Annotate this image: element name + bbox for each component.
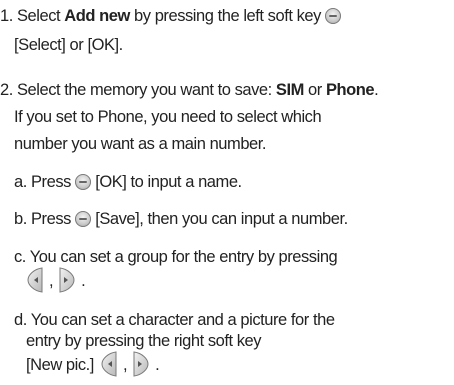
soft-key-icon [325,8,342,24]
sim-label: SIM [275,81,304,99]
separator-comma: , [122,356,128,374]
substep-c-text: c. You can set a group for the entry by … [14,248,338,266]
phone-label: Phone [325,81,375,99]
step-1-line-1: 1. Select Add new by pressing the left s… [0,6,342,26]
step-2-line-3: number you want as a main number. [14,134,266,154]
soft-key-icon [75,174,92,190]
step-1-text: by pressing the left soft key [129,7,326,25]
navigation-right-key-icon [133,351,149,377]
substep-a-text: a. Press [14,173,76,191]
navigation-right-key-icon [59,267,75,293]
substep-d-line-2: entry by pressing the right soft key [26,331,262,351]
navigation-left-key-icon [101,351,117,377]
substep-d-line-1: d. You can set a character and a picture… [14,310,335,330]
substep-b-text: [Save], then you can input a number. [95,210,348,228]
substep-a-text: [OK] to input a name. [95,173,242,191]
step-2-text: . [374,81,379,99]
step-2-text: If you set to Phone, you need to select … [14,108,322,126]
separator-comma: , [49,272,54,290]
substep-c-line-1: c. You can set a group for the entry by … [14,247,338,267]
step-2-line-2: If you set to Phone, you need to select … [14,107,322,127]
substep-b: b. Press [Save], then you can input a nu… [14,209,348,229]
step-2-text: or [303,81,326,99]
substep-d-line-3: [New pic.] , . [26,350,160,380]
new-pic-label: [New pic.] [26,356,94,374]
step-2-text: 2. Select the memory you want to save: [0,81,276,99]
substep-d-text: entry by pressing the right soft key [26,332,262,350]
add-new-label: Add new [64,7,130,25]
step-1-text: 1. Select [0,7,65,25]
substep-d-text: d. You can set a character and a picture… [14,311,335,329]
period: . [155,356,160,374]
step-1-text: [Select] or [OK]. [14,36,123,54]
step-2-text: number you want as a main number. [14,135,267,153]
period: . [81,272,86,290]
step-2-line-1: 2. Select the memory you want to save: S… [0,80,379,100]
substep-c-line-2: , . [26,266,86,296]
step-1-line-2: [Select] or [OK]. [14,35,123,55]
navigation-left-key-icon [27,267,43,293]
substep-a: a. Press [OK] to input a name. [14,172,242,192]
soft-key-icon [75,211,92,227]
substep-b-text: b. Press [14,210,76,228]
